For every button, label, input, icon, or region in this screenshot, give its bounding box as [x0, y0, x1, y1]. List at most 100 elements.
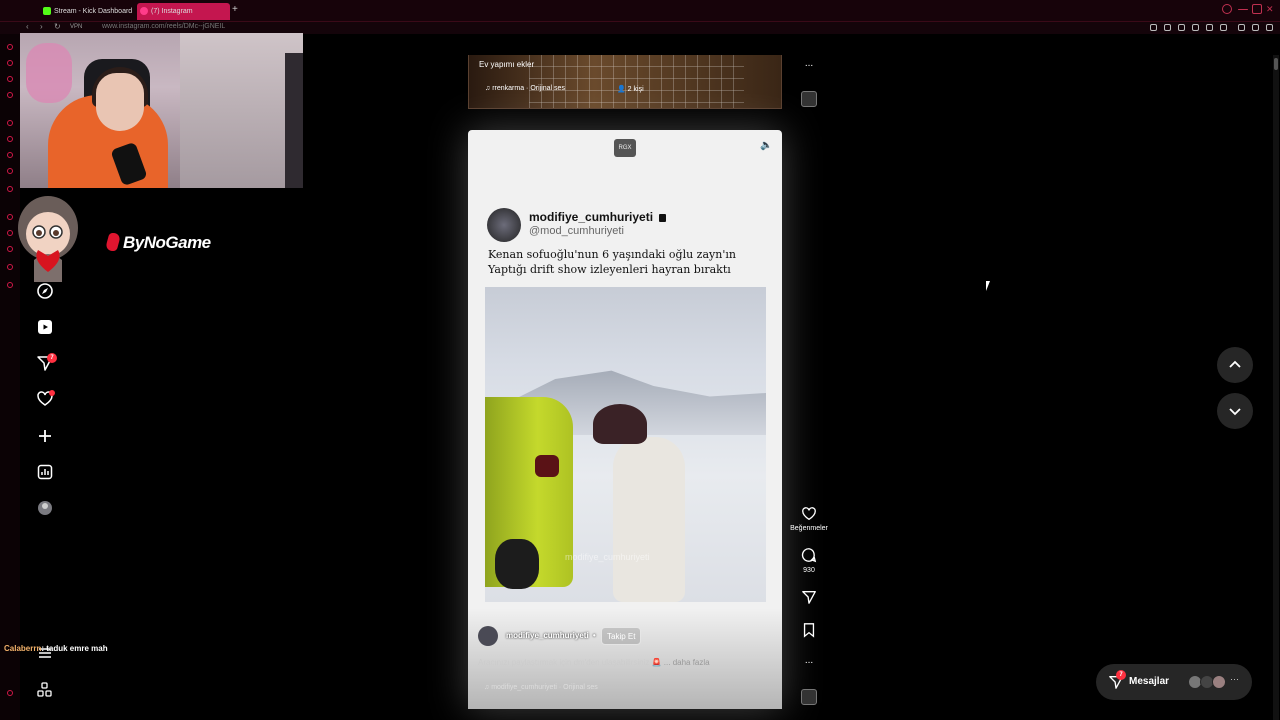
- previous-reel-button[interactable]: [1217, 347, 1253, 383]
- sidebar-app-icon[interactable]: [7, 136, 13, 142]
- tweet-avatar: [487, 208, 521, 242]
- author-avatar[interactable]: [478, 626, 498, 646]
- play-icon[interactable]: [1206, 24, 1213, 31]
- nav-more[interactable]: [36, 681, 54, 699]
- comment-icon: [801, 548, 817, 563]
- follow-button[interactable]: Takip Et: [601, 627, 642, 645]
- download-icon[interactable]: [1252, 24, 1259, 31]
- video-car-wheel: [495, 539, 539, 589]
- kick-logo-icon: [43, 7, 51, 15]
- like-button[interactable]: [800, 506, 818, 527]
- brand-name: ByNoGame: [123, 233, 211, 252]
- caption-more-link[interactable]: ... daha fazla: [664, 658, 710, 667]
- menu-icon[interactable]: [1266, 24, 1273, 31]
- url-field[interactable]: www.instagram.com/reels/DMc--jGNEIL: [102, 23, 225, 30]
- video-child-cap: [593, 404, 647, 444]
- previous-reel[interactable]: Ev yapımı ekler ♫ rrenkarma · Orijinal s…: [468, 55, 782, 109]
- previous-reel-caption: Ev yapımı ekler: [479, 60, 535, 69]
- tab-label: (7) Instagram: [151, 8, 193, 15]
- sidebar-settings-icon[interactable]: [7, 690, 13, 696]
- nav-dashboard[interactable]: [36, 463, 54, 481]
- apps-grid-icon: [37, 682, 52, 697]
- audio-label: modifiye_cumhuriyeti · Orijinal ses: [491, 684, 598, 691]
- lock-icon: [659, 214, 667, 222]
- sidebar-app-icon[interactable]: [7, 152, 13, 158]
- new-tab-button[interactable]: +: [232, 4, 238, 15]
- vpn-badge[interactable]: VPN: [70, 24, 82, 30]
- sidebar-app-icon[interactable]: [7, 230, 13, 236]
- more-options-button[interactable]: ...: [800, 655, 818, 666]
- sidebar-app-icon[interactable]: [7, 92, 13, 98]
- profile-icon[interactable]: [1238, 24, 1245, 31]
- comment-count: 930: [803, 567, 815, 574]
- author-username-line[interactable]: modifiye_cumhuriyeti •: [506, 631, 598, 640]
- reel-audio[interactable]: ♫ modifiye_cumhuriyeti · Orijinal ses: [484, 684, 598, 691]
- webcam-plush-toy: [26, 43, 72, 103]
- reels-icon: [38, 320, 52, 334]
- scrollbar-thumb[interactable]: [1274, 58, 1278, 70]
- tab-kick-dashboard[interactable]: Stream - Kick Dashboard: [40, 3, 134, 20]
- forward-icon[interactable]: ›: [40, 22, 43, 31]
- next-reel-button[interactable]: [1217, 393, 1253, 429]
- sidebar-app-icon[interactable]: [7, 120, 13, 126]
- back-icon[interactable]: ‹: [26, 22, 29, 31]
- explore-icon: [37, 283, 53, 299]
- reel-caption[interactable]: Aracınızı paylaştırmak için dm'den ulaşa…: [478, 658, 710, 667]
- video-car-taillight: [535, 455, 559, 477]
- shield-icon[interactable]: [1192, 24, 1199, 31]
- zoom-icon[interactable]: [1150, 24, 1157, 31]
- sidebar-app-icon[interactable]: [7, 168, 13, 174]
- tab-instagram[interactable]: (7) Instagram: [137, 3, 230, 20]
- comment-button[interactable]: [800, 547, 818, 568]
- sidebar-app-icon[interactable]: [7, 76, 13, 82]
- audio-thumbnail[interactable]: [801, 689, 817, 705]
- save-button[interactable]: [800, 622, 818, 643]
- bookmark-icon[interactable]: [1178, 24, 1185, 31]
- heart-icon[interactable]: [1220, 24, 1227, 31]
- tweet-text: Kenan sofuoğlu'nun 6 yaşındaki oğlu zayn…: [488, 248, 736, 276]
- close-window-button[interactable]: ✕: [1266, 4, 1276, 14]
- search-icon[interactable]: [1222, 4, 1232, 14]
- likes-label[interactable]: Beğenmeler: [779, 525, 839, 532]
- sidebar-app-icon[interactable]: [7, 44, 13, 50]
- chat-text: taduk emre mah: [46, 644, 108, 653]
- streamer-avatar-illustration: [18, 196, 78, 282]
- pin-icon[interactable]: [1164, 24, 1171, 31]
- messages-dock[interactable]: 7 Mesajlar ···: [1096, 664, 1252, 700]
- maximize-button[interactable]: [1252, 4, 1262, 14]
- more-conversations-icon: ···: [1230, 674, 1239, 684]
- sidebar-app-icon[interactable]: [7, 264, 13, 270]
- nav-profile[interactable]: [36, 499, 54, 517]
- sidebar-app-icon[interactable]: [7, 186, 13, 192]
- previous-reel-more-button[interactable]: ...: [800, 58, 818, 69]
- sidebar-app-icon[interactable]: [7, 214, 13, 220]
- share-button[interactable]: [800, 589, 818, 610]
- messages-badge: 7: [1116, 670, 1126, 680]
- minimize-button[interactable]: [1238, 9, 1248, 10]
- browser-sidebar: [0, 34, 20, 720]
- reload-icon[interactable]: ↻: [54, 22, 61, 31]
- previous-reel-audio-thumb[interactable]: [801, 91, 817, 107]
- webcam-monitor: [285, 53, 303, 188]
- stream-chat-message: Calaberrn: taduk emre mah: [4, 644, 108, 653]
- sidebar-app-icon[interactable]: [7, 60, 13, 66]
- tab-label: Stream - Kick Dashboard: [54, 8, 133, 15]
- stream-brand-logo: ByNoGame: [104, 233, 211, 253]
- nav-reels[interactable]: [36, 318, 54, 336]
- instagram-logo-icon: [140, 7, 148, 15]
- sidebar-app-icon[interactable]: [7, 282, 13, 288]
- reel-video-player[interactable]: RGX 🔈 modifiye_cumhuriyeti @mod_cumhuriy…: [468, 130, 782, 709]
- previous-reel-tagged-people[interactable]: 👤 2 kişi: [617, 85, 644, 93]
- share-icon: [802, 591, 816, 604]
- sidebar-app-icon[interactable]: [7, 246, 13, 252]
- chat-username: Calaberrn: [4, 644, 42, 653]
- webcam-streamer-face: [96, 73, 144, 131]
- nav-explore[interactable]: [36, 282, 54, 300]
- chevron-down-icon: [1229, 408, 1241, 416]
- author-username: modifiye_cumhuriyeti: [506, 631, 589, 640]
- nav-create[interactable]: [36, 427, 54, 445]
- page-scrollbar[interactable]: [1273, 55, 1279, 720]
- volume-icon[interactable]: 🔈: [760, 140, 772, 151]
- previous-reel-audio[interactable]: ♫ rrenkarma · Orijinal ses: [485, 85, 565, 92]
- chevron-up-icon: [1229, 360, 1241, 368]
